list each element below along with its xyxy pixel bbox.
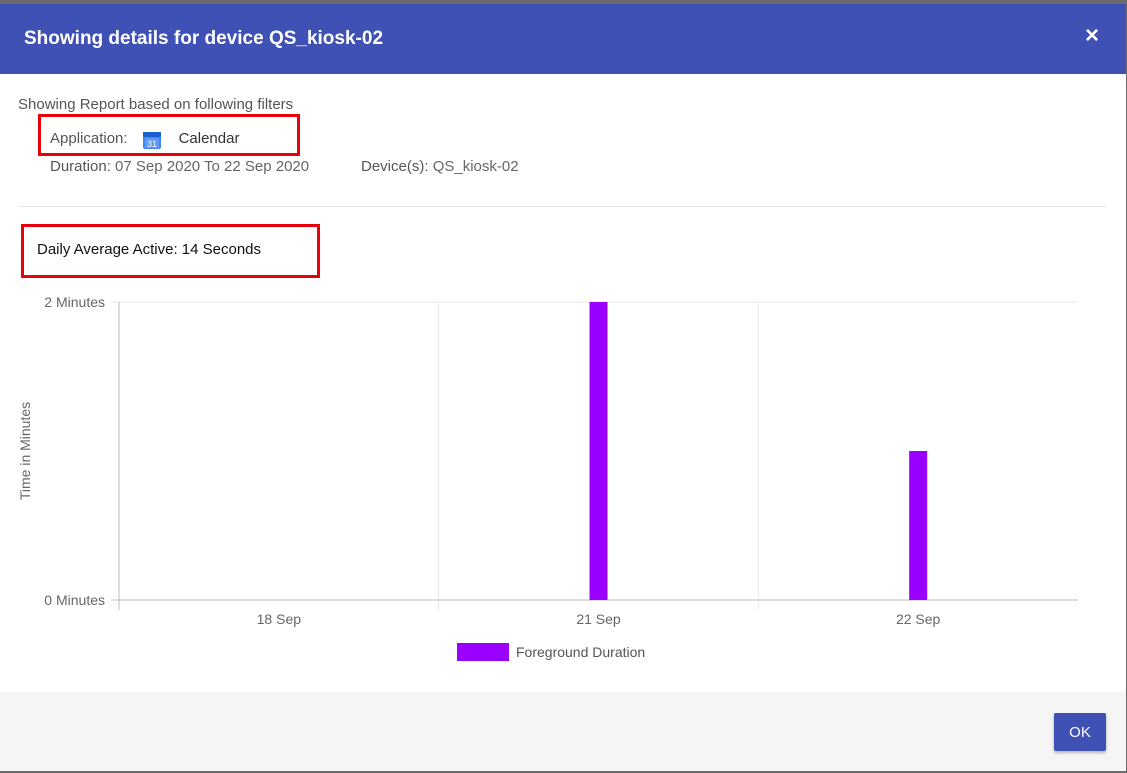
legend-swatch	[457, 643, 509, 661]
calendar-day-text: 31	[147, 139, 157, 149]
dialog-footer: OK	[0, 692, 1126, 771]
duration-filter: Duration: 07 Sep 2020 To 22 Sep 2020	[50, 158, 309, 175]
devices-label: Device(s):	[361, 158, 429, 175]
close-icon[interactable]: ×	[1080, 22, 1104, 50]
dialog-title: Showing details for device QS_kiosk-02	[24, 28, 384, 49]
filters-heading: Showing Report based on following filter…	[18, 96, 294, 113]
x-tick-label: 21 Sep	[576, 611, 621, 627]
y-tick-label: 0 Minutes	[44, 592, 105, 608]
y-tick-label: 2 Minutes	[44, 294, 105, 310]
devices-value: QS_kiosk-02	[432, 158, 519, 175]
x-tick-label: 18 Sep	[257, 611, 302, 627]
application-filter: Application: 31 Calendar	[50, 128, 240, 150]
application-name: Calendar	[178, 129, 240, 147]
foreground-duration-chart: 0 Minutes 2 Minutes Time in Minutes 18 Sep 2…	[17, 294, 1078, 661]
duration-label: Duration:	[50, 158, 111, 175]
section-divider	[18, 206, 1106, 207]
x-tick-label: 22 Sep	[896, 611, 941, 627]
dialog-header: Showing details for device QS_kiosk-02 ×	[0, 4, 1126, 74]
bar-22-sep	[909, 451, 928, 600]
daily-average-label: Daily Average Active: 14 Seconds	[37, 241, 262, 258]
y-axis-label: Time in Minutes	[17, 402, 33, 500]
application-label: Application:	[50, 129, 128, 147]
ok-button[interactable]: OK	[1054, 713, 1106, 751]
bar-21-sep	[589, 302, 608, 600]
calendar-icon: 31	[142, 130, 162, 150]
legend-label: Foreground Duration	[516, 644, 645, 660]
device-details-dialog: Showing details for device QS_kiosk-02 ×…	[0, 4, 1126, 771]
duration-value: 07 Sep 2020 To 22 Sep 2020	[115, 158, 310, 175]
devices-filter: Device(s): QS_kiosk-02	[361, 158, 519, 175]
